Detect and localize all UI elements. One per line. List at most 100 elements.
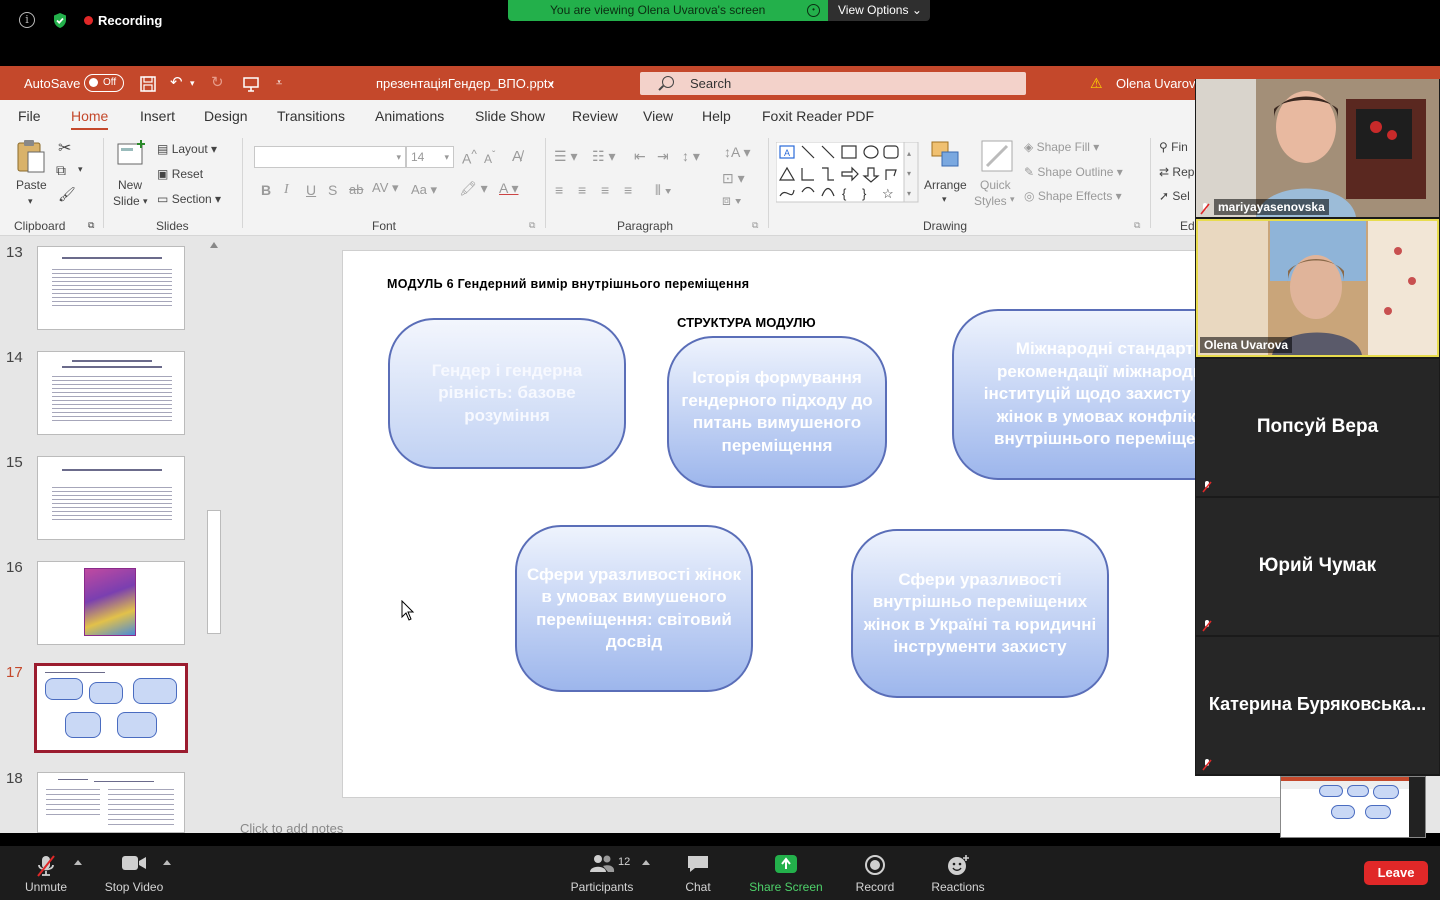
slide-thumbnail-17[interactable]	[34, 663, 188, 753]
quick-styles-icon[interactable]	[979, 138, 1015, 174]
clear-formatting-icon[interactable]: A̸	[512, 148, 522, 165]
highlight-icon[interactable]: 🖍 ▾	[459, 180, 488, 197]
file-name[interactable]: презентаціяГендер_ВПО.pptx	[376, 76, 554, 91]
current-slide[interactable]: МОДУЛЬ 6 Гендерний вимір внутрішнього пе…	[342, 250, 1302, 798]
shape-fill-button[interactable]: ◈ Shape Fill ▾	[1024, 140, 1099, 154]
slide-thumbnail-14[interactable]	[37, 351, 185, 435]
copy-dropdown-icon[interactable]: ▾	[78, 164, 83, 175]
slide-thumbnail-16[interactable]	[37, 561, 185, 645]
tab-slide-show[interactable]: Slide Show	[475, 108, 545, 124]
decrease-font-icon[interactable]: Aˇ	[484, 150, 495, 166]
increase-indent-icon[interactable]: ⇥	[657, 148, 669, 165]
chat-button[interactable]: Chat	[672, 846, 724, 900]
new-slide-label-1[interactable]: New	[118, 178, 142, 192]
shape-effects-button[interactable]: ◎ Shape Effects ▾	[1024, 189, 1122, 203]
bold-icon[interactable]: B	[261, 182, 271, 198]
leave-button[interactable]: Leave	[1364, 861, 1428, 885]
present-from-start-icon[interactable]	[242, 75, 260, 93]
cut-icon[interactable]: ✂	[58, 138, 71, 158]
thumbnails-scrollbar[interactable]	[205, 238, 223, 833]
video-tile-olena-uvarova[interactable]: Olena Uvarova	[1196, 219, 1439, 357]
stop-video-button[interactable]: Stop Video	[100, 846, 168, 900]
new-slide-icon[interactable]	[115, 138, 147, 170]
undo-icon[interactable]: ↶	[170, 75, 183, 91]
paste-label[interactable]: Paste	[16, 178, 47, 192]
line-spacing-icon[interactable]: ↕ ▾	[682, 148, 700, 165]
decrease-indent-icon[interactable]: ⇤	[634, 148, 646, 165]
participants-button[interactable]: 12 Participants	[566, 846, 638, 900]
reset-button[interactable]: ▣ Reset	[157, 167, 203, 181]
module-topic-box-5[interactable]: Сфери уразливості внутрішньо переміщених…	[851, 529, 1109, 698]
drawing-launcher-icon[interactable]: ⧉	[1134, 220, 1140, 231]
font-color-icon[interactable]: A ▾	[499, 180, 518, 197]
paste-dropdown-icon[interactable]: ▾	[28, 196, 33, 207]
recording-indicator[interactable]: Recording	[84, 13, 162, 28]
shape-outline-button[interactable]: ✎ Shape Outline ▾	[1024, 165, 1123, 179]
shapes-gallery[interactable]: A {} ☆ ▴ ▾ ▾	[776, 142, 920, 204]
ppt-search-box[interactable]: Search	[640, 72, 1026, 95]
character-spacing-icon[interactable]: AV ▾	[372, 180, 399, 196]
undo-dropdown-icon[interactable]: ▾	[190, 75, 195, 91]
paragraph-launcher-icon[interactable]: ⧉	[752, 220, 758, 231]
new-slide-dropdown-icon[interactable]: ▾	[143, 196, 148, 207]
notes-placeholder[interactable]: Click to add notes	[240, 821, 343, 833]
module-topic-box-2[interactable]: Історія формування гендерного підходу до…	[667, 336, 887, 488]
video-tile-popsui-vera[interactable]: Попсуй Вера	[1196, 359, 1439, 496]
align-text-icon[interactable]: ⊡ ▾	[722, 170, 745, 187]
warning-icon[interactable]: ⚠	[1090, 75, 1103, 92]
share-screen-button[interactable]: Share Screen	[744, 846, 828, 900]
shared-screen-minimap[interactable]	[1280, 776, 1426, 838]
video-options-caret-icon[interactable]	[163, 860, 171, 865]
video-tile-yurii-chumak[interactable]: Юрий Чумак	[1196, 498, 1439, 635]
module-topic-box-4[interactable]: Сфери уразливості жінок в умовах вимушен…	[515, 525, 753, 692]
arrange-dropdown-icon[interactable]: ▾	[942, 194, 947, 205]
strikethrough-icon[interactable]: ab	[349, 182, 363, 197]
quick-styles-dropdown-icon[interactable]: ▾	[1010, 194, 1015, 205]
tab-transitions[interactable]: Transitions	[277, 108, 345, 124]
tab-view[interactable]: View	[643, 108, 673, 124]
copy-icon[interactable]: ⧉	[56, 162, 66, 179]
tab-insert[interactable]: Insert	[140, 108, 175, 124]
reactions-button[interactable]: Reactions	[926, 846, 990, 900]
smartart-icon[interactable]: ⧈ ▾	[722, 192, 742, 209]
autosave-toggle[interactable]: Off	[84, 74, 124, 92]
audio-options-caret-icon[interactable]	[74, 860, 82, 865]
font-name-combo[interactable]: ▾	[254, 146, 406, 168]
tab-home[interactable]: Home	[71, 108, 109, 131]
tab-foxit[interactable]: Foxit Reader PDF	[762, 108, 874, 124]
scrollbar-thumb[interactable]	[207, 510, 221, 634]
columns-icon[interactable]: ⫴ ▾	[655, 182, 672, 199]
record-button[interactable]: Record	[848, 846, 902, 900]
format-painter-icon[interactable]: 🖌	[58, 186, 76, 203]
redo-icon[interactable]: ↻	[211, 75, 224, 91]
underline-icon[interactable]: U	[306, 182, 316, 198]
slide-title[interactable]: МОДУЛЬ 6 Гендерний вимір внутрішнього пе…	[387, 277, 749, 291]
increase-font-icon[interactable]: A^	[462, 148, 477, 167]
slide-subtitle[interactable]: СТРУКТУРА МОДУЛЮ	[677, 315, 816, 330]
new-slide-label-2[interactable]: Slide	[113, 194, 140, 208]
tab-review[interactable]: Review	[572, 108, 618, 124]
participants-caret-icon[interactable]	[642, 860, 650, 865]
filename-dropdown-icon[interactable]: ▾	[549, 76, 554, 92]
justify-icon[interactable]: ≡	[624, 182, 632, 198]
font-size-combo[interactable]: 14 ▾	[406, 146, 454, 168]
select-button[interactable]: ➚ Sel	[1159, 189, 1190, 203]
slide-thumbnail-15[interactable]	[37, 456, 185, 540]
align-right-icon[interactable]: ≡	[601, 182, 609, 198]
info-icon[interactable]: i	[19, 12, 35, 28]
replace-button[interactable]: ⇄ Rep	[1159, 165, 1194, 179]
tab-file[interactable]: File	[18, 108, 41, 124]
arrange-icon[interactable]	[928, 138, 964, 172]
ppt-user-name[interactable]: Olena Uvarova	[1116, 76, 1203, 91]
unmute-button[interactable]: Unmute	[20, 846, 72, 900]
tab-help[interactable]: Help	[702, 108, 731, 124]
section-button[interactable]: ▭ Section ▾	[157, 192, 221, 206]
bullets-icon[interactable]: ☰ ▾	[554, 148, 577, 165]
quick-styles-label-2[interactable]: Styles	[974, 194, 1007, 208]
module-topic-box-1[interactable]: Гендер і гендерна рівність: базове розум…	[388, 318, 626, 469]
tab-animations[interactable]: Animations	[375, 108, 444, 124]
view-options-button[interactable]: View Options ⌄	[828, 0, 930, 21]
clipboard-launcher-icon[interactable]: ⧉	[88, 220, 94, 231]
quick-styles-label-1[interactable]: Quick	[980, 178, 1011, 192]
scroll-up-arrow-icon[interactable]	[210, 242, 218, 248]
